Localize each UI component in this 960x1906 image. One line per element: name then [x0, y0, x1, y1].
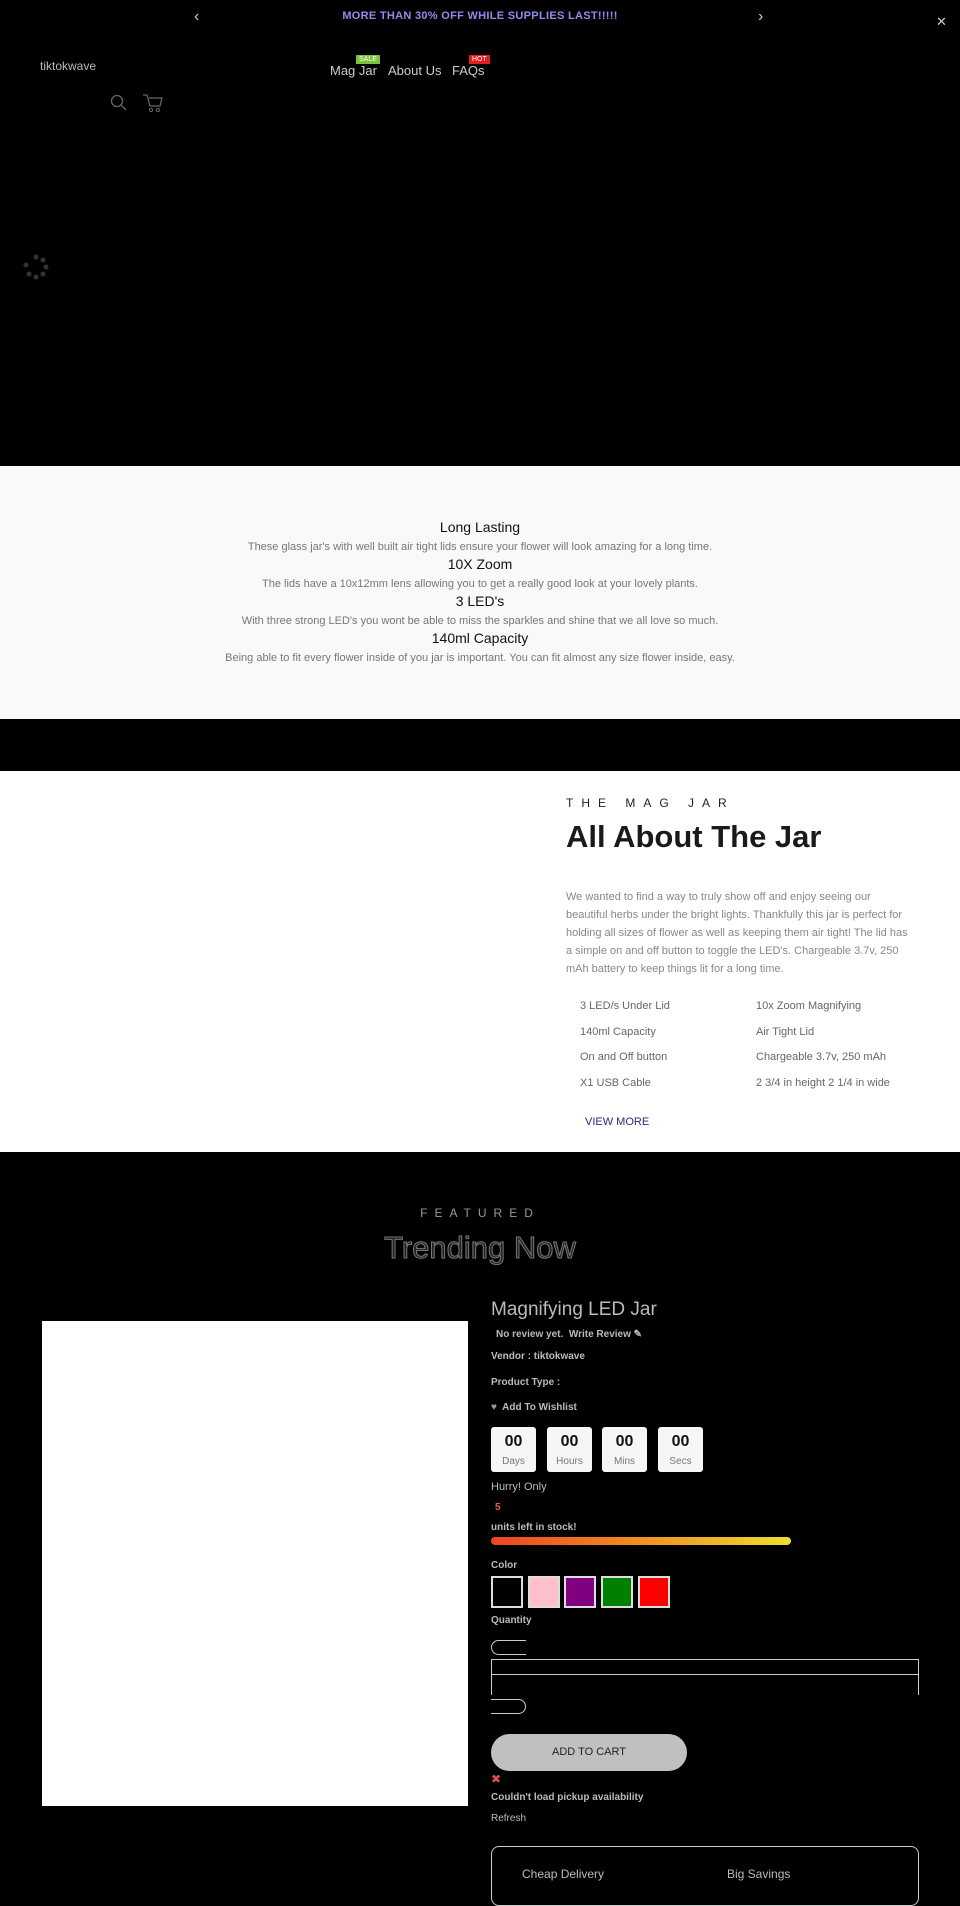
nav-mag-jar[interactable]: Mag Jar: [330, 63, 377, 78]
product-title: Magnifying LED Jar: [491, 1299, 657, 1320]
feature-title: Long Lasting: [439, 519, 521, 535]
featured-eyebrow: FEATURED: [420, 1206, 540, 1220]
about-title: All About The Jar: [566, 819, 822, 854]
quantity-input[interactable]: [491, 1659, 919, 1695]
hot-badge: HOT: [469, 55, 490, 64]
heart-icon: ♥: [491, 1402, 497, 1413]
cart-icon[interactable]: [142, 92, 164, 114]
stock-suffix: units left in stock!: [491, 1522, 577, 1533]
swatch-black[interactable]: [491, 1576, 523, 1608]
feature-title: 10X Zoom: [447, 556, 513, 572]
countdown-days: 00 Days: [491, 1427, 536, 1472]
product-type: Product Type :: [491, 1377, 561, 1388]
countdown-secs: 00 Secs: [658, 1427, 703, 1472]
perk-big-savings: Big Savings: [727, 1867, 791, 1881]
about-eyebrow: THE MAG JAR: [566, 796, 735, 810]
spec-item: 3 LED/s Under Lid: [580, 1000, 670, 1012]
stock-progress-bar: [491, 1537, 791, 1545]
feature-text: Being able to fit every flower inside of…: [225, 652, 735, 664]
announcement-text: MORE THAN 30% OFF WHILE SUPPLIES LAST!!!…: [342, 10, 618, 22]
view-more-link[interactable]: VIEW MORE: [585, 1116, 649, 1128]
countdown-mins: 00 Mins: [602, 1427, 647, 1472]
quantity-increase-button[interactable]: [491, 1699, 526, 1714]
perk-cheap-delivery: Cheap Delivery: [522, 1867, 605, 1881]
nav-about-us[interactable]: About Us: [388, 63, 441, 78]
wishlist-button[interactable]: ♥ Add To Wishlist: [491, 1402, 577, 1413]
feature-title: 140ml Capacity: [431, 630, 529, 646]
swatch-purple[interactable]: [564, 1576, 596, 1608]
feature-text: These glass jar's with well built air ti…: [247, 541, 713, 553]
wishlist-label: Add To Wishlist: [502, 1402, 577, 1413]
quantity-label: Quantity: [491, 1615, 532, 1626]
error-x-icon: ✖: [491, 1772, 502, 1786]
quantity-decrease-button[interactable]: [491, 1640, 526, 1655]
spec-item: Air Tight Lid: [756, 1026, 815, 1038]
countdown-hours: 00 Hours: [547, 1427, 592, 1472]
loading-spinner-icon: [23, 254, 49, 280]
color-label: Color: [491, 1560, 518, 1571]
feature-text: With three strong LED's you wont be able…: [241, 615, 719, 627]
nav-faqs[interactable]: FAQs: [452, 63, 485, 78]
spec-item: On and Off button: [580, 1051, 668, 1063]
swatch-red[interactable]: [638, 1576, 670, 1608]
spec-item: Chargeable 3.7v, 250 mAh: [756, 1051, 887, 1063]
hurry-text: Hurry! Only: [491, 1481, 547, 1493]
swatch-green[interactable]: [601, 1576, 633, 1608]
features-section: Long Lasting These glass jar's with well…: [0, 466, 960, 719]
about-section: THE MAG JAR All About The Jar We wanted …: [0, 771, 960, 1152]
add-to-cart-button[interactable]: ADD TO CART: [491, 1734, 687, 1771]
search-icon[interactable]: [110, 94, 128, 112]
refresh-link[interactable]: Refresh: [491, 1813, 526, 1824]
spec-item: 10x Zoom Magnifying: [756, 1000, 862, 1012]
perks-box: Cheap Delivery Big Savings: [491, 1846, 919, 1906]
announcement-next-button[interactable]: ›: [758, 8, 763, 26]
featured-title: Trending Now: [384, 1230, 577, 1266]
review-count: No review yet.: [496, 1329, 564, 1340]
product-image[interactable]: [42, 1321, 468, 1806]
sale-badge: SALE: [356, 55, 380, 64]
close-icon[interactable]: ✕: [936, 14, 947, 30]
about-body: We wanted to find a way to truly show of…: [566, 891, 908, 975]
pickup-error: Couldn't load pickup availability: [491, 1792, 644, 1803]
feature-title: 3 LED's: [455, 593, 505, 609]
swatch-pink[interactable]: [528, 1576, 560, 1608]
stock-count: 5: [495, 1502, 501, 1513]
spec-item: 140ml Capacity: [580, 1026, 656, 1038]
spec-item: 2 3/4 in height 2 1/4 in wide: [756, 1077, 890, 1089]
write-review-link[interactable]: Write Review: [569, 1329, 631, 1340]
logo[interactable]: tiktokwave: [40, 59, 96, 73]
spec-item: X1 USB Cable: [580, 1077, 651, 1089]
pencil-icon: ✎: [633, 1329, 643, 1340]
vendor: Vendor : tiktokwave: [491, 1351, 585, 1362]
feature-text: The lids have a 10x12mm lens allowing yo…: [262, 578, 698, 590]
